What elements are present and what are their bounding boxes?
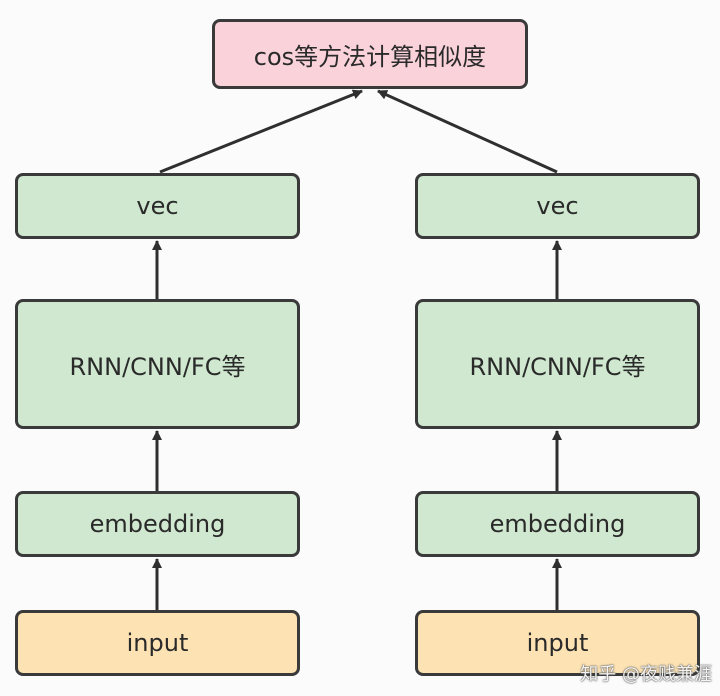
encoder-label-left: RNN/CNN/FC等 [69, 352, 246, 381]
input-label-left: input [126, 629, 189, 657]
encoder-box-right: RNN/CNN/FC等 [415, 299, 700, 429]
arrow-vec-left-to-similarity [159, 89, 363, 174]
vec-label-right: vec [536, 192, 579, 220]
encoder-label-right: RNN/CNN/FC等 [469, 352, 646, 381]
input-label-right: input [526, 629, 589, 657]
input-box-left: input [15, 610, 300, 676]
vec-box-left: vec [15, 173, 300, 239]
watermark: 知乎 @夜贱兼涯 [580, 664, 712, 685]
similarity-box: cos等方法计算相似度 [212, 19, 528, 89]
similarity-label: cos等方法计算相似度 [253, 42, 487, 71]
vec-box-right: vec [415, 173, 700, 239]
vec-label-left: vec [136, 192, 179, 220]
embedding-box-left: embedding [15, 491, 300, 557]
arrow-vec-right-to-similarity [377, 89, 558, 174]
embedding-label-left: embedding [89, 510, 226, 538]
encoder-box-left: RNN/CNN/FC等 [15, 299, 300, 429]
diagram-canvas: cos等方法计算相似度 vec RNN/CNN/FC等 embedding in… [0, 0, 720, 696]
embedding-label-right: embedding [489, 510, 626, 538]
embedding-box-right: embedding [415, 491, 700, 557]
